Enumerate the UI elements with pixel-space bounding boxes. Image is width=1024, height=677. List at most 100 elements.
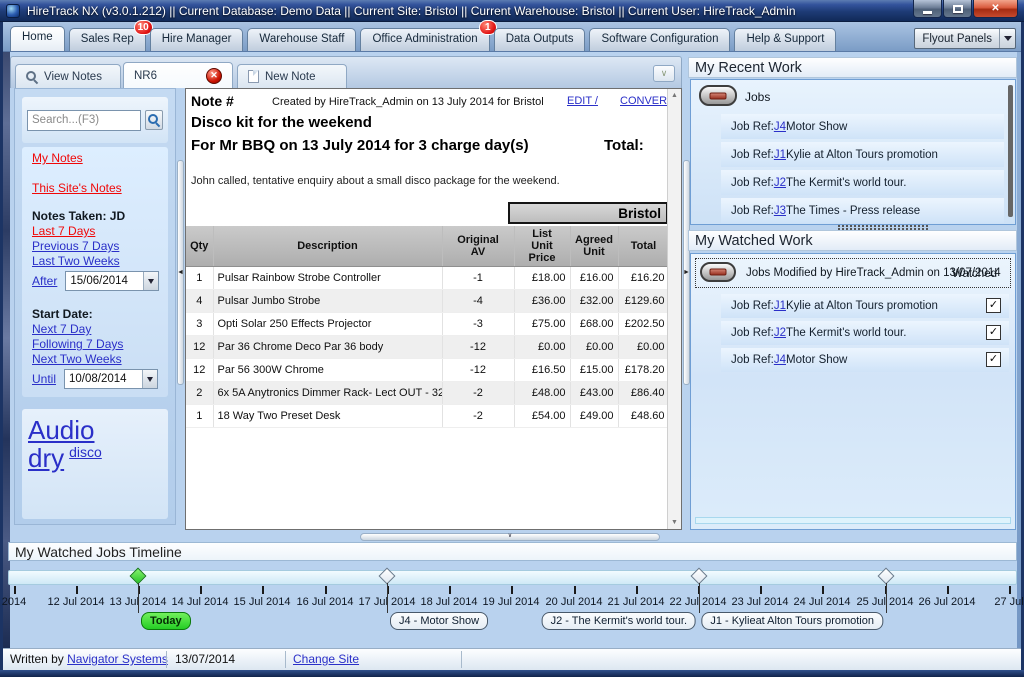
column-header[interactable]: Description bbox=[213, 226, 442, 267]
collapse-group-button[interactable] bbox=[700, 262, 736, 282]
link-next-two-weeks[interactable]: Next Two Weeks bbox=[32, 352, 122, 366]
app-icon bbox=[6, 4, 20, 18]
convert-link[interactable]: CONVERT bbox=[620, 95, 674, 107]
column-header[interactable]: List Unit Price bbox=[514, 226, 570, 267]
job-ref-link[interactable]: J2 bbox=[774, 177, 786, 189]
tab-software-configuration[interactable]: Software Configuration bbox=[589, 28, 730, 51]
close-button[interactable]: ✕ bbox=[973, 0, 1018, 18]
site-header-box: Bristol bbox=[508, 202, 668, 224]
timeline-bar[interactable] bbox=[8, 570, 1017, 585]
tab-overflow-button[interactable]: ∨ bbox=[653, 65, 675, 82]
collapse-left-icon: ◄ bbox=[177, 269, 184, 276]
search-button[interactable] bbox=[145, 110, 163, 130]
tab-warehouse-staff[interactable]: Warehouse Staff bbox=[247, 28, 356, 51]
job-marker-label[interactable]: J2 - The Kermit's world tour. bbox=[542, 612, 696, 630]
job-marker-label[interactable]: J4 - Motor Show bbox=[390, 612, 488, 630]
maximize-button[interactable] bbox=[943, 0, 972, 18]
job-ref-link[interactable]: J1 bbox=[774, 300, 786, 312]
collapse-group-button[interactable] bbox=[699, 85, 737, 106]
job-ref-link[interactable]: J1 bbox=[774, 149, 786, 161]
job-ref-prefix: Job Ref: bbox=[731, 205, 774, 217]
timeline-tick bbox=[449, 586, 451, 594]
table-cell: £16.50 bbox=[514, 359, 570, 382]
timeline-tick bbox=[200, 586, 202, 594]
scroll-down-icon[interactable]: ▼ bbox=[668, 519, 681, 526]
link-site-notes[interactable]: This Site's Notes bbox=[32, 181, 122, 195]
table-cell: 2 bbox=[186, 382, 213, 405]
link-next-7-day[interactable]: Next 7 Day bbox=[32, 322, 91, 336]
link-until[interactable]: Until bbox=[32, 372, 56, 386]
tab-office-administration[interactable]: Office Administration1 bbox=[360, 28, 489, 51]
timeline-tick bbox=[14, 586, 16, 594]
edit-link[interactable]: EDIT / bbox=[567, 95, 598, 107]
recent-job-item[interactable]: Job Ref: J1 Kylie at Alton Tours promoti… bbox=[721, 142, 1004, 167]
notes-tab-strip: View Notes NR6 ✕ New Note ∨ bbox=[10, 56, 682, 88]
recent-job-item[interactable]: Job Ref: J2 The Kermit's world tour. bbox=[721, 170, 1004, 195]
tab-home[interactable]: Home bbox=[10, 26, 65, 51]
job-marker-label[interactable]: J1 - Kylieat Alton Tours promotion bbox=[701, 612, 883, 630]
table-row[interactable]: 118 Way Two Preset Desk-2£54.00£49.00£48… bbox=[186, 405, 669, 428]
watched-job-item[interactable]: Job Ref: J2 The Kermit's world tour.✓ bbox=[721, 321, 1009, 345]
table-row[interactable]: 26x 5A Anytronics Dimmer Rack- Lect OUT … bbox=[186, 382, 669, 405]
table-row[interactable]: 1Pulsar Rainbow Strobe Controller-1£18.0… bbox=[186, 267, 669, 290]
right-panel-splitter[interactable]: ► bbox=[683, 160, 690, 385]
today-marker-label[interactable]: Today bbox=[141, 612, 191, 630]
link-after[interactable]: After bbox=[32, 274, 57, 288]
link-last-two-weeks[interactable]: Last Two Weeks bbox=[32, 254, 120, 268]
table-row[interactable]: 4Pulsar Jumbo Strobe-4£36.00£32.00£129.6… bbox=[186, 290, 669, 313]
left-panel-splitter[interactable]: ◄ bbox=[177, 160, 184, 385]
vendor-link[interactable]: Navigator Systems bbox=[67, 652, 168, 666]
job-ref-link[interactable]: J4 bbox=[774, 121, 786, 133]
bottom-panel-splitter[interactable]: ∨ bbox=[360, 533, 660, 541]
job-ref-link[interactable]: J4 bbox=[774, 354, 786, 366]
search-input[interactable] bbox=[27, 110, 141, 131]
note-created-text: Created by HireTrack_Admin on 13 July 20… bbox=[272, 96, 544, 108]
table-cell: 1 bbox=[186, 405, 213, 428]
tab-label: Office Administration bbox=[372, 33, 477, 45]
table-row[interactable]: 12Par 36 Chrome Deco Par 36 body-12£0.00… bbox=[186, 336, 669, 359]
tab-data-outputs[interactable]: Data Outputs bbox=[494, 28, 586, 51]
tab-label: Software Configuration bbox=[601, 33, 718, 45]
minimize-button[interactable] bbox=[913, 0, 942, 18]
tab-new-note[interactable]: New Note bbox=[237, 64, 347, 88]
link-disco[interactable]: disco bbox=[69, 444, 102, 460]
column-header[interactable]: Original AV bbox=[442, 226, 514, 267]
link-my-notes[interactable]: My Notes bbox=[32, 151, 83, 165]
table-cell: -2 bbox=[442, 405, 514, 428]
watched-job-item[interactable]: Job Ref: J4 Motor Show✓ bbox=[721, 348, 1009, 372]
recent-scrollbar[interactable] bbox=[1008, 85, 1013, 217]
link-last-7-days[interactable]: Last 7 Days bbox=[32, 224, 95, 238]
chevron-down-icon[interactable] bbox=[999, 29, 1015, 48]
tab-hire-manager[interactable]: Hire Manager bbox=[150, 28, 244, 51]
watched-job-item[interactable]: Job Ref: J1 Kylie at Alton Tours promoti… bbox=[721, 294, 1009, 318]
link-following-7-days[interactable]: Following 7 Days bbox=[32, 337, 123, 351]
watched-checkbox[interactable]: ✓ bbox=[986, 325, 1001, 340]
scroll-up-icon[interactable]: ▲ bbox=[668, 92, 681, 99]
column-header[interactable]: Total bbox=[618, 226, 669, 267]
window-border-bottom bbox=[0, 670, 1024, 677]
recent-job-item[interactable]: Job Ref: J3 The Times - Press release bbox=[721, 198, 1004, 223]
column-header[interactable]: Agreed Unit bbox=[570, 226, 618, 267]
recent-job-item[interactable]: Job Ref: J4 Motor Show bbox=[721, 114, 1004, 139]
close-tab-icon[interactable]: ✕ bbox=[206, 68, 222, 84]
flyout-panels-button[interactable]: Flyout Panels bbox=[914, 28, 1016, 49]
until-date-dropdown[interactable]: 10/08/2014 bbox=[64, 369, 158, 389]
after-date-dropdown[interactable]: 15/06/2014 bbox=[65, 271, 159, 291]
table-row[interactable]: 12Par 56 300W Chrome-12£16.50£15.00£178.… bbox=[186, 359, 669, 382]
watched-checkbox[interactable]: ✓ bbox=[986, 352, 1001, 367]
job-ref-link[interactable]: J3 bbox=[774, 205, 786, 217]
watched-checkbox[interactable]: ✓ bbox=[986, 298, 1001, 313]
tab-view-notes[interactable]: View Notes bbox=[15, 64, 121, 88]
tab-sales-rep[interactable]: Sales Rep10 bbox=[69, 28, 146, 51]
job-ref-link[interactable]: J2 bbox=[774, 327, 786, 339]
note-scrollbar[interactable]: ▲ ▼ bbox=[667, 89, 681, 529]
column-header[interactable]: Qty bbox=[186, 226, 213, 267]
change-site-link[interactable]: Change Site bbox=[293, 652, 359, 666]
table-cell: Pulsar Rainbow Strobe Controller bbox=[213, 267, 442, 290]
tab-current-note[interactable]: NR6 ✕ bbox=[123, 62, 233, 88]
tab-help-support[interactable]: Help & Support bbox=[734, 28, 836, 51]
watched-group-header[interactable]: Jobs Modified by HireTrack_Admin on 13/0… bbox=[695, 258, 1011, 288]
table-cell: 12 bbox=[186, 336, 213, 359]
link-previous-7-days[interactable]: Previous 7 Days bbox=[32, 239, 119, 253]
table-row[interactable]: 3Opti Solar 250 Effects Projector-3£75.0… bbox=[186, 313, 669, 336]
